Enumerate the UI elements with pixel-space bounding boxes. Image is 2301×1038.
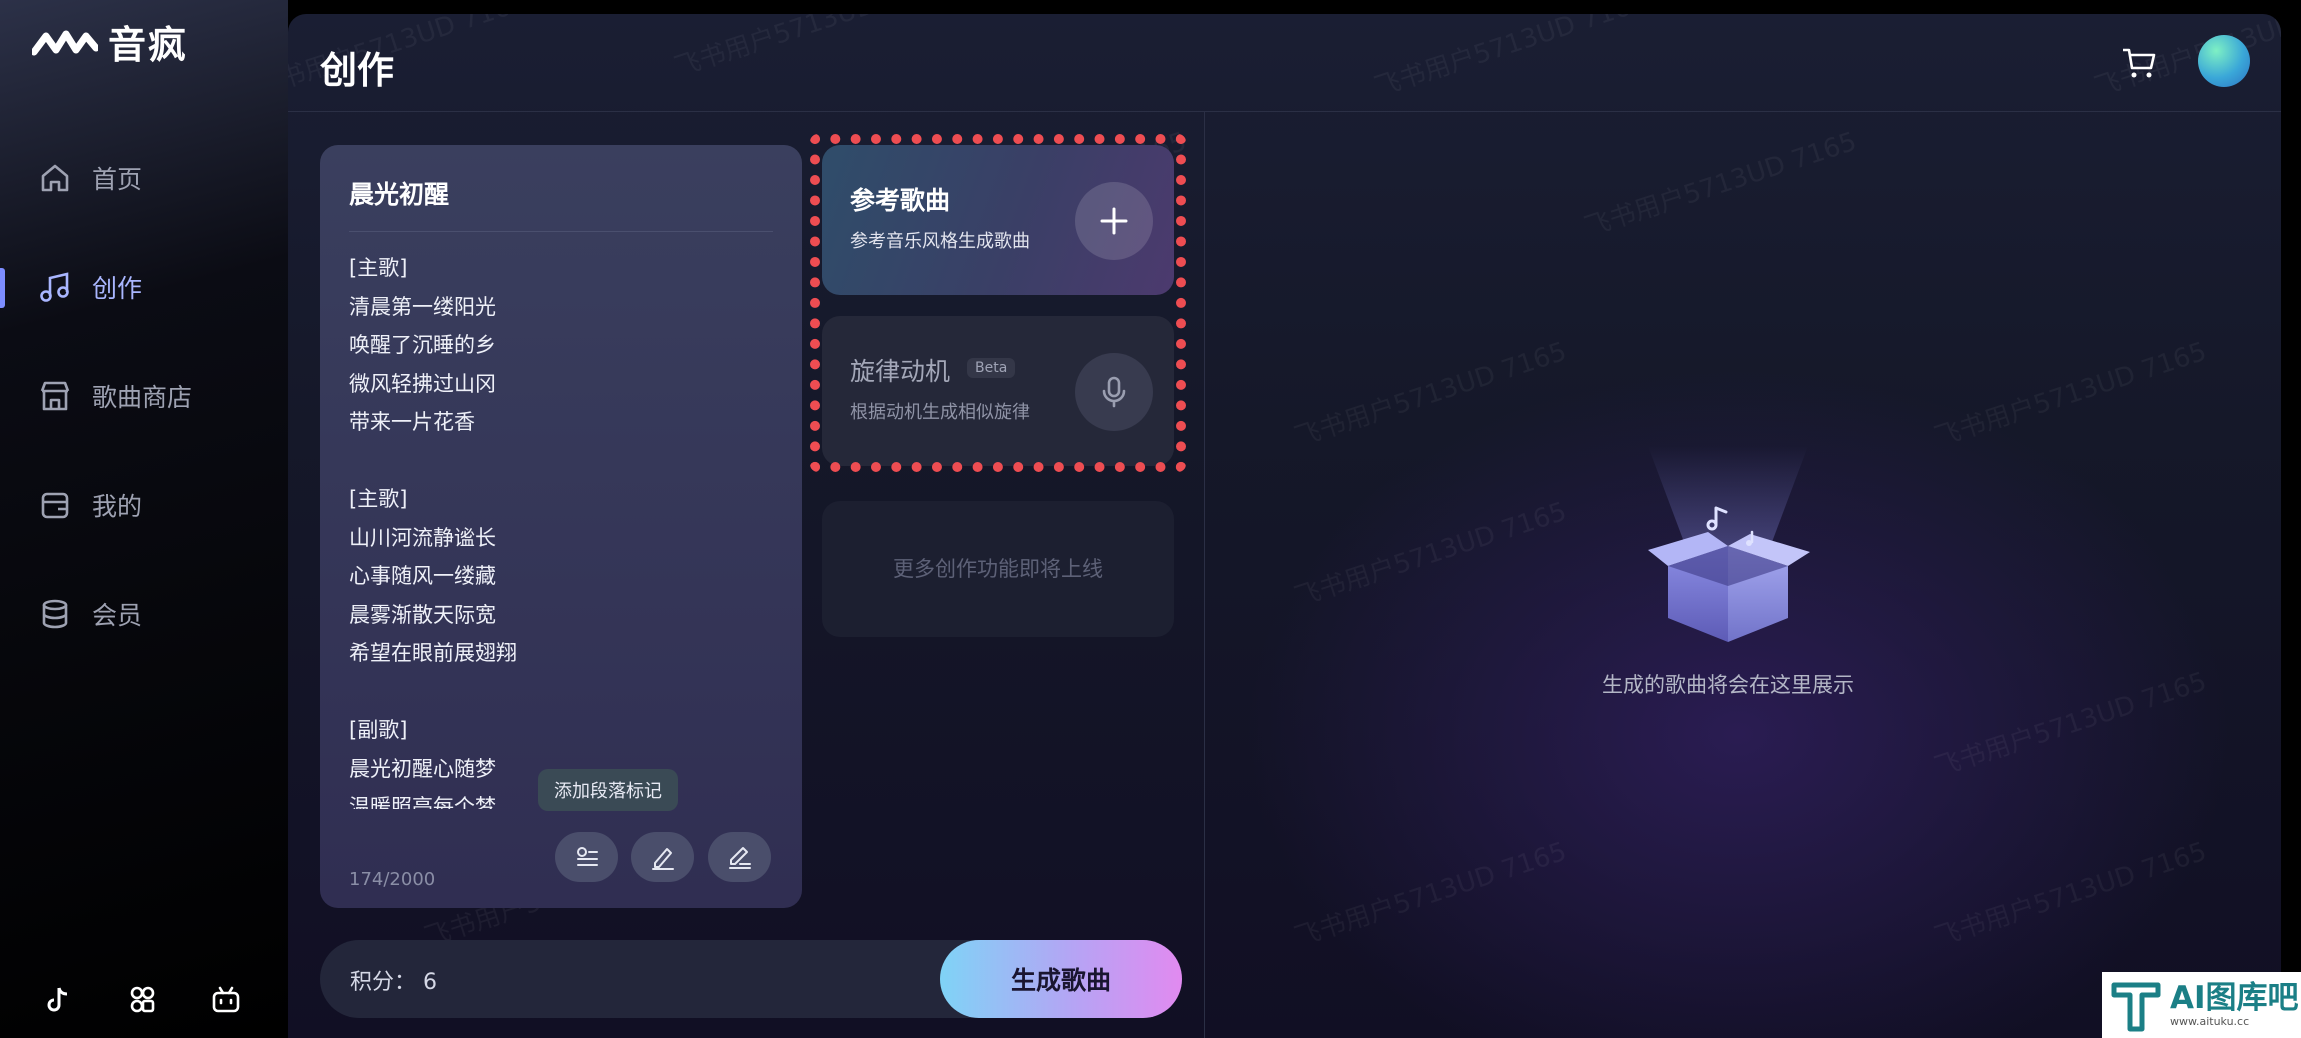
lyric-line: 山川河流静谧长 (349, 525, 496, 550)
lyrics-editor[interactable]: 晨光初醒 [主歌] 清晨第一缕阳光 唤醒了沉睡的乡 微风轻拂过山冈 带来一片花香… (320, 145, 802, 908)
char-counter: 174/2000 (349, 869, 436, 890)
lyrics-textarea[interactable]: [主歌] 清晨第一缕阳光 唤醒了沉睡的乡 微风轻拂过山冈 带来一片花香 [主歌]… (349, 249, 779, 809)
lyric-line: 带来一片花香 (349, 410, 475, 434)
app-name: 音疯 (108, 23, 189, 67)
page-title: 创作 (320, 49, 394, 92)
lyric-line: 清晨第一缕阳光 (349, 294, 496, 319)
sidebar-item-mine[interactable]: 我的 (38, 487, 142, 523)
sidebar-item-label: 会员 (92, 601, 143, 630)
page-header: 创作 (288, 14, 2281, 112)
generate-bar: 积分： 6 生成歌曲 (320, 940, 1182, 1018)
rewrite-lyrics-button[interactable] (708, 832, 771, 882)
cart-icon[interactable] (2120, 44, 2158, 82)
highlight-annotation (810, 134, 1186, 472)
sidebar: 音疯 首页 创作 歌曲商店 我的 会员 (0, 0, 288, 1038)
lyric-line: 微风轻拂过山冈 (349, 371, 496, 396)
add-section-marker-button[interactable] (555, 832, 618, 882)
lyrics-title[interactable]: 晨光初醒 (349, 175, 449, 211)
sidebar-item-member[interactable]: 会员 (38, 596, 142, 632)
lyrics-divider (349, 231, 773, 232)
lyric-line: [主歌] (349, 487, 408, 511)
empty-state-text: 生成的歌曲将会在这里展示 (1602, 673, 1854, 697)
panel-divider (1204, 112, 1205, 1038)
community-icon[interactable] (126, 984, 158, 1016)
generate-song-button[interactable]: 生成歌曲 (940, 940, 1182, 1018)
database-icon (42, 599, 68, 629)
watermark: 飞书用户5713UD 7165 (1291, 496, 1571, 613)
music-note-icon (40, 272, 69, 302)
coming-soon-text: 更多创作功能即将上线 (893, 557, 1103, 581)
watermark: 飞书用户5713UD 7165 (1931, 836, 2211, 953)
section-list-icon (576, 847, 598, 866)
sidebar-item-create[interactable]: 创作 (38, 269, 142, 305)
active-nav-indicator (0, 268, 5, 308)
sidebar-footer (42, 984, 242, 1016)
wallet-icon (41, 492, 69, 519)
watermark: 飞书用户5713UD 7165 (1931, 336, 2211, 453)
tiktok-icon[interactable] (42, 984, 74, 1016)
watermark: 飞书用户5713UD 7165 (1291, 336, 1571, 453)
lyric-line: 唤醒了沉睡的乡 (349, 333, 496, 357)
lyric-line (349, 442, 779, 481)
lyric-line: 希望在眼前展翅翔 (349, 641, 517, 665)
wave-logo-icon (32, 30, 98, 55)
main-panel: 飞书用户5713UD 7165 飞书用户5713UD 7165 飞书用户5713… (288, 14, 2281, 1038)
bilibili-icon[interactable] (210, 984, 242, 1016)
empty-box-icon (1648, 446, 1810, 642)
edit-lyrics-button[interactable] (631, 832, 694, 882)
avatar[interactable] (2198, 35, 2250, 87)
lyric-line: 心事随风一缕藏 (349, 564, 496, 588)
lyric-line: [主歌] (349, 256, 408, 280)
store-icon (40, 381, 70, 411)
lyric-line: 晨雾渐散天际宽 (349, 602, 496, 627)
sidebar-item-label: 我的 (92, 492, 143, 521)
watermark: 飞书用户5713UD 7165 (1291, 836, 1571, 953)
app-logo[interactable]: 音疯 (32, 14, 188, 69)
lyric-line: [副歌] (349, 718, 408, 742)
pencil-icon (651, 848, 674, 870)
watermark: 飞书用户5713UD 7165 (1581, 126, 1861, 243)
home-icon (41, 164, 69, 192)
sidebar-item-home[interactable]: 首页 (38, 160, 142, 196)
sidebar-item-store[interactable]: 歌曲商店 (38, 378, 192, 414)
corner-watermark-logo: AI图库吧 www.aituku.cc (2102, 972, 2301, 1038)
sidebar-item-label: 创作 (92, 274, 143, 303)
lyric-line (349, 673, 779, 712)
sidebar-item-label: 首页 (92, 165, 143, 194)
pencil-lines-icon (728, 847, 751, 869)
tooltip: 添加段落标记 (538, 769, 678, 811)
tuku-logo-icon (2111, 982, 2161, 1032)
corner-logo-title: AI图库吧 (2170, 980, 2299, 1016)
corner-logo-url: www.aituku.cc (2170, 1015, 2250, 1028)
coming-soon-card: 更多创作功能即将上线 (822, 501, 1174, 637)
sidebar-item-label: 歌曲商店 (92, 383, 193, 412)
points-label: 积分： 6 (350, 970, 437, 995)
